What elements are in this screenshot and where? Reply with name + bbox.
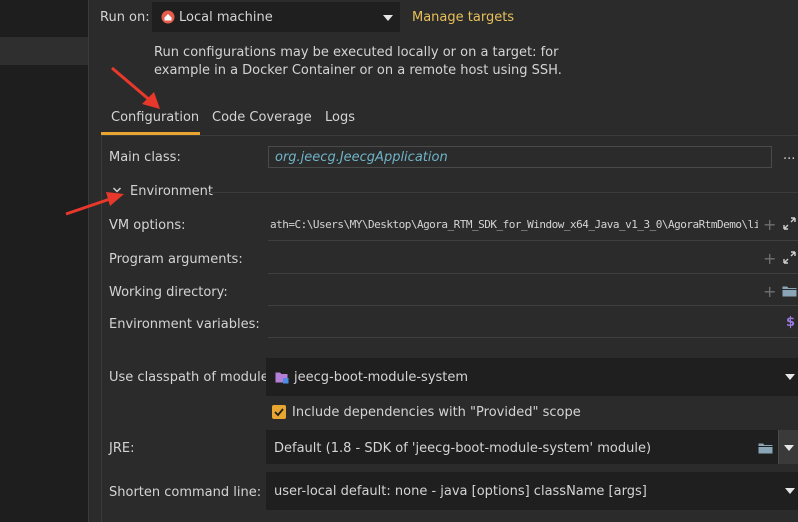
environment-variables-label: Environment variables: [109,317,260,332]
jre-select[interactable]: Default (1.8 - SDK of 'jeecg-boot-module… [266,430,778,464]
run-on-value: Local machine [179,10,273,25]
browse-main-class-button[interactable]: ... [783,148,795,163]
jre-label: JRE: [109,441,135,456]
tab-logs[interactable]: Logs [325,110,355,125]
main-class-label: Main class: [109,150,181,165]
add-icon[interactable]: + [763,284,776,300]
run-on-description-line1: Run configurations may be executed local… [154,45,559,60]
tab-configuration[interactable]: Configuration [111,110,199,125]
include-dependencies-checkbox[interactable] [272,405,286,419]
working-directory-input[interactable] [268,279,758,305]
environment-variables-icon[interactable]: $ [786,315,795,330]
run-on-description-line2: example in a Docker Container or on a re… [154,63,562,78]
classpath-module-value: jeecg-boot-module-system [294,370,469,385]
vm-options-underline [268,240,798,241]
main-class-value: org.jeecg.JeecgApplication [275,150,448,165]
working-directory-underline [268,305,798,306]
program-arguments-underline [268,273,798,274]
add-icon[interactable]: + [763,217,776,233]
jre-dropdown-button[interactable] [778,430,798,464]
classpath-module-label: Use classpath of module: [109,370,274,385]
add-icon[interactable]: + [763,251,776,267]
left-panel-selected-item[interactable] [0,37,88,65]
shorten-command-line-select[interactable]: user-local default: none - java [options… [266,472,798,510]
vm-options-value: ath=C:\Users\MY\Desktop\Agora_RTM_SDK_fo… [270,218,758,231]
classpath-module-select[interactable]: jeecg-boot-module-system [266,358,798,396]
working-directory-label: Working directory: [109,285,228,300]
chevron-down-icon [785,374,795,380]
chevron-down-icon [383,15,393,21]
shorten-command-line-value: user-local default: none - java [options… [274,484,647,499]
chevron-down-icon[interactable] [112,184,122,199]
include-dependencies-label[interactable]: Include dependencies with "Provided" sco… [292,405,581,420]
tab-code-coverage[interactable]: Code Coverage [212,110,312,125]
home-icon [161,10,175,28]
program-arguments-label: Program arguments: [109,252,243,267]
main-class-input[interactable]: org.jeecg.JeecgApplication [268,146,772,168]
environment-variables-underline [268,337,798,338]
left-panel-divider [88,0,89,522]
jre-value: Default (1.8 - SDK of 'jeecg-boot-module… [274,441,652,456]
vm-options-input[interactable]: ath=C:\Users\MY\Desktop\Agora_RTM_SDK_fo… [268,211,758,239]
expand-icon[interactable] [783,251,796,268]
chevron-down-icon [785,488,795,494]
environment-variables-input[interactable] [268,311,773,337]
run-on-select[interactable]: Local machine [152,2,400,32]
module-icon [275,371,289,388]
left-panel [0,0,88,522]
expand-icon[interactable] [783,217,796,234]
chevron-down-icon [784,445,794,451]
vm-options-label: VM options: [109,218,186,233]
program-arguments-input[interactable] [268,246,758,272]
environment-separator [207,192,798,193]
run-on-label: Run on: [100,10,150,25]
shorten-command-line-label: Shorten command line: [109,485,262,500]
folder-icon[interactable] [782,285,797,301]
environment-section-label[interactable]: Environment [130,184,213,199]
manage-targets-link[interactable]: Manage targets [412,10,514,25]
folder-icon[interactable] [758,442,773,458]
